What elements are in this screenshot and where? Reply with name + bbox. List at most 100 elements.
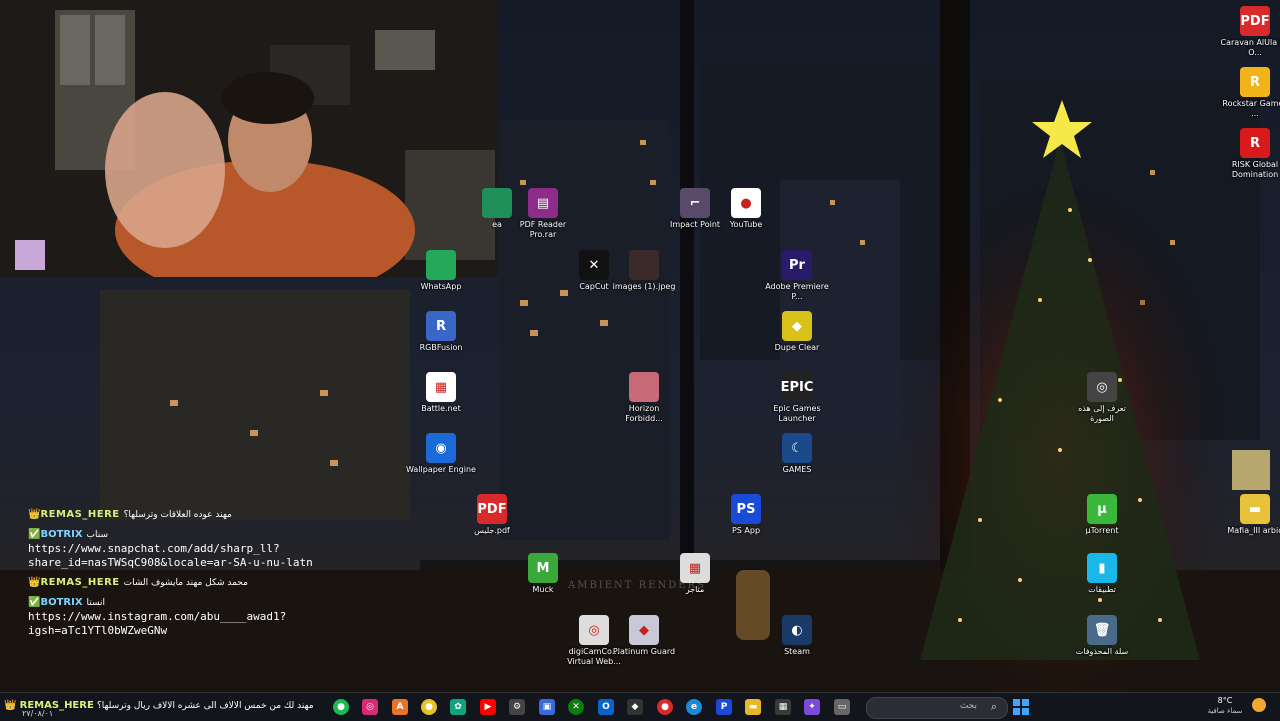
desktop-icon-recycle[interactable]: 🗑 سلة المحذوفات — [1071, 615, 1133, 657]
chat-username: REMAS_HERE — [19, 700, 94, 711]
desktop-icon-rockstar[interactable]: R Rockstar Games ... — [1222, 67, 1280, 119]
cube-icon[interactable]: ◆ — [627, 699, 643, 715]
horizon-icon — [629, 372, 659, 402]
capcut-icon: ✕ — [579, 250, 609, 280]
red-app-icon[interactable]: ● — [657, 699, 673, 715]
chat-badge-icon: ✅ — [28, 597, 41, 608]
dupeclear-icon: ◆ — [782, 311, 812, 341]
store-icon[interactable]: ▦ — [775, 699, 791, 715]
desktop-icon-label: RGBFusion — [419, 343, 463, 352]
file-explorer-icon[interactable]: ▬ — [745, 699, 761, 715]
desktop-icon-youtube[interactable]: ● YouTube — [715, 188, 777, 230]
desktop-icon-label: PS App — [731, 526, 761, 535]
battlenet-icon: ▦ — [426, 372, 456, 402]
desktop-icon-images[interactable]: images (1).jpeg — [613, 250, 675, 292]
chat-message: 👑REMAS_HERE محمد شكل مهند مايشوف الشات — [28, 576, 428, 590]
instagram-icon[interactable]: ◎ — [362, 699, 378, 715]
steam-icon: ◐ — [782, 615, 812, 645]
chat-message: 👑REMAS_HERE مهند عوده العلاقات وترسلها؟ — [28, 508, 428, 522]
desktop-icon-platinum[interactable]: ◆ Platinum Guard — [613, 615, 675, 657]
desktop-icon-label: Epic Games Launcher — [773, 404, 821, 423]
edge-icon[interactable]: e — [686, 699, 702, 715]
chat-link[interactable]: igsh=aTc1YTl0bWZweGNw — [28, 624, 428, 638]
copilot-icon[interactable]: ✦ — [804, 699, 820, 715]
desktop-icon-jalees[interactable]: PDF جليس.pdf — [461, 494, 523, 536]
learn-icon: ◎ — [1087, 372, 1117, 402]
premiere-icon: Pr — [782, 250, 812, 280]
impact-icon: ⌐ — [680, 188, 710, 218]
desktop-icon-pdfreader[interactable]: ▤ PDF Reader Pro.rar — [512, 188, 574, 240]
whatsapp-icon — [426, 250, 456, 280]
epic-icon: EPIC — [781, 372, 813, 402]
desktop-icon-rgbfusion[interactable]: R RGBFusion — [410, 311, 472, 353]
desktop-icon-label: images (1).jpeg — [612, 282, 676, 291]
desktop-icon-steam[interactable]: ◐ Steam — [766, 615, 828, 657]
desktop-icon-whatsapp[interactable]: WhatsApp — [410, 250, 472, 292]
jalees-icon: PDF — [477, 494, 507, 524]
desktop-icon-psapp[interactable]: PS PS App — [715, 494, 777, 536]
desktop-icon-label: GAMES — [782, 465, 812, 474]
desktop-icon-mafia[interactable]: ▬ Mafia_III arbic — [1224, 494, 1280, 536]
chrome-icon[interactable]: ● — [421, 699, 437, 715]
desktop-icon-dupeclear[interactable]: ◆ Dupe Clear — [766, 311, 828, 353]
desktop-icon-label: Wallpaper Engine — [406, 465, 476, 474]
windows-start-icon[interactable] — [1013, 699, 1029, 715]
desktop-icon-label: سلة المحذوفات — [1075, 647, 1129, 656]
rgbfusion-icon: R — [426, 311, 456, 341]
outlook-icon[interactable]: O — [598, 699, 614, 715]
xbox-icon[interactable]: ✕ — [568, 699, 584, 715]
chat-text: مهند عوده العلاقات وترسلها؟ — [123, 510, 232, 520]
chat-badge-icon: 👑 — [28, 577, 41, 588]
mafia-icon: ▬ — [1240, 494, 1270, 524]
wallpaper-icon: ◉ — [426, 433, 456, 463]
chat-username: BOTRIX — [40, 597, 83, 608]
youtube-icon[interactable]: ▶ — [480, 699, 496, 715]
chatgpt-icon[interactable]: ✿ — [450, 699, 466, 715]
desktop-icon-learn[interactable]: ◎ تعرف إلى هذه الصورة — [1071, 372, 1133, 424]
desktop-icon-apps[interactable]: ▮ تطبيقات — [1071, 553, 1133, 595]
desktop-icon-wallpaper[interactable]: ◉ Wallpaper Engine — [406, 433, 476, 475]
psapp-icon: PS — [731, 494, 761, 524]
desktop-icon-label: تطبيقات — [1088, 585, 1116, 594]
chat-username: BOTRIX — [40, 529, 83, 540]
desktop-icon-label: µTorrent — [1085, 526, 1119, 535]
muck-icon: M — [528, 553, 558, 583]
desktop-icon-muck[interactable]: M Muck — [512, 553, 574, 595]
spotify-icon[interactable]: ● — [333, 699, 349, 715]
desktop-icon-epic[interactable]: EPIC Epic Games Launcher — [766, 372, 828, 424]
taskbar-search-box[interactable]: بحث ⌕ — [866, 697, 1008, 719]
playstation-icon[interactable]: P — [716, 699, 732, 715]
window-icon[interactable]: ▭ — [834, 699, 850, 715]
weather-description: سماء صافية — [1207, 707, 1243, 715]
desktop-icon-games[interactable]: ☾ GAMES — [766, 433, 828, 475]
chat-badge-icon: 👑 — [28, 509, 41, 520]
chat-crown-icon: 👑 — [4, 700, 17, 711]
chat-link[interactable]: share_id=nasTWSqC908&locale=ar-SA-u-nu-l… — [28, 556, 428, 570]
search-placeholder: بحث — [959, 701, 977, 711]
desktop-icon-label: تعرف إلى هذه الصورة — [1078, 404, 1126, 423]
webcam-overlay — [0, 0, 498, 277]
wallpaper-watermark: AMBIENT RENDERS — [568, 580, 706, 591]
settings-icon[interactable]: ⚙ — [509, 699, 525, 715]
ea-icon — [482, 188, 512, 218]
apps-icon: ▮ — [1087, 553, 1117, 583]
streamer-video — [0, 0, 498, 277]
desktop-icon-battlenet[interactable]: ▦ Battle.net — [410, 372, 472, 414]
desktop-icon-label: Platinum Guard — [612, 647, 676, 656]
chat-link[interactable]: https://www.instagram.com/abu____awad1? — [28, 610, 428, 624]
desktop-icon-premiere[interactable]: Pr Adobe Premiere P... — [765, 250, 829, 302]
desktop-icon-horizon[interactable]: Horizon Forbidd... — [613, 372, 675, 424]
desktop-icon-caravan[interactable]: PDF Caravan AlUla by O... — [1221, 6, 1280, 58]
desktop-icon-utorrent[interactable]: µ µTorrent — [1071, 494, 1133, 536]
store-icon: ▦ — [680, 553, 710, 583]
chat-link[interactable]: https://www.snapchat.com/add/sharp_ll? — [28, 542, 428, 556]
weather-temperature: 8°C — [1217, 696, 1233, 705]
desktop-icon-label: RISK Global Domination — [1231, 160, 1279, 179]
desktop-icon-risk[interactable]: R RISK Global Domination — [1224, 128, 1280, 180]
app-launcher-icon[interactable]: A — [392, 699, 408, 715]
photos-icon[interactable]: ▣ — [539, 699, 555, 715]
weather-widget[interactable]: 8°C سماء صافية — [1200, 696, 1250, 716]
desktop-icon-label: Battle.net — [421, 404, 461, 413]
search-icon: ⌕ — [990, 700, 997, 713]
desktop-icon-label: Adobe Premiere P... — [765, 282, 829, 301]
